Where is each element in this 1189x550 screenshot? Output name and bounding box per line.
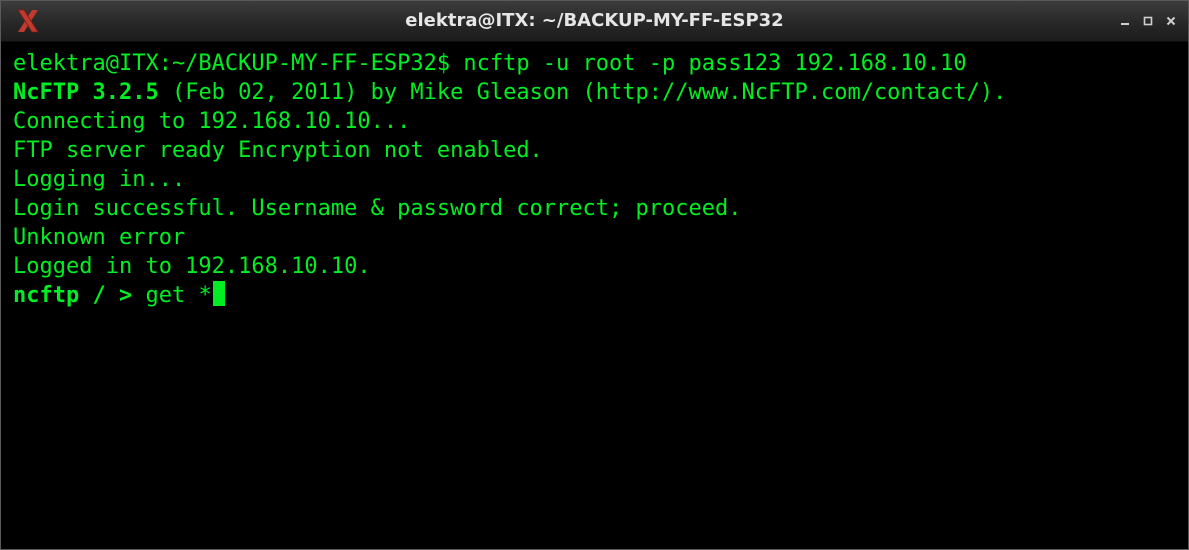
title-bar[interactable]: elektra@ITX: ~/BACKUP-MY-FF-ESP32 xyxy=(1,1,1188,42)
window-controls xyxy=(1118,1,1178,41)
terminal-line: Logging in... xyxy=(13,165,1188,194)
terminal-line: Unknown error xyxy=(13,223,1188,252)
line-text: Unknown error xyxy=(13,225,186,250)
terminal-line: Logged in to 192.168.10.10. xyxy=(13,252,1188,281)
ncftp-prompt: ncftp / > xyxy=(13,283,133,308)
close-icon[interactable] xyxy=(1164,14,1178,28)
terminal-line: Connecting to 192.168.10.10... xyxy=(13,107,1188,136)
terminal-output[interactable]: elektra@ITX:~/BACKUP-MY-FF-ESP32$ ncftp … xyxy=(1,42,1188,549)
text-cursor xyxy=(212,281,225,306)
line-text: FTP server ready Encryption not enabled. xyxy=(13,138,543,163)
maximize-icon[interactable] xyxy=(1141,14,1155,28)
line-text: (Feb 02, 2011) by Mike Gleason (http://w… xyxy=(158,80,1007,105)
line-text: elektra@ITX:~/BACKUP-MY-FF-ESP32$ ncftp … xyxy=(13,51,967,76)
line-text: Connecting to 192.168.10.10... xyxy=(13,109,411,134)
terminal-line: FTP server ready Encryption not enabled. xyxy=(13,136,1188,165)
window-title: elektra@ITX: ~/BACKUP-MY-FF-ESP32 xyxy=(405,10,784,31)
line-text: Logging in... xyxy=(13,167,186,192)
typed-command[interactable]: get * xyxy=(132,283,211,308)
terminal-window: elektra@ITX: ~/BACKUP-MY-FF-ESP32 elektr… xyxy=(0,0,1189,550)
line-text: Login successful. Username & password co… xyxy=(13,196,742,221)
terminal-line: NcFTP 3.2.5 (Feb 02, 2011) by Mike Gleas… xyxy=(13,78,1188,107)
terminal-line: elektra@ITX:~/BACKUP-MY-FF-ESP32$ ncftp … xyxy=(13,49,1188,78)
minimize-icon[interactable] xyxy=(1118,14,1132,28)
terminal-line: Login successful. Username & password co… xyxy=(13,194,1188,223)
ncftp-version: NcFTP 3.2.5 xyxy=(13,80,159,105)
prompt-line[interactable]: ncftp / > get * xyxy=(13,281,1188,310)
line-text: Logged in to 192.168.10.10. xyxy=(13,254,371,279)
